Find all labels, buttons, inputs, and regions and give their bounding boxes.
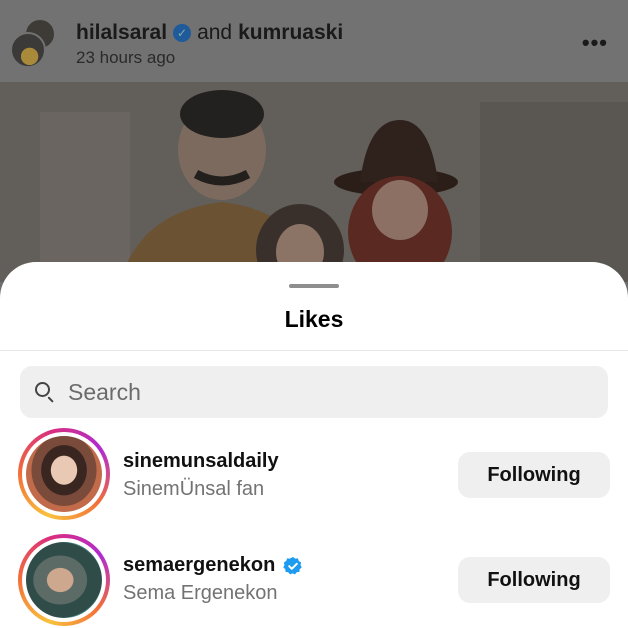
- post-photo[interactable]: [0, 82, 628, 282]
- full-name: SinemÜnsal fan: [123, 478, 265, 500]
- following-button[interactable]: Following: [458, 452, 610, 498]
- avatar-story-ring[interactable]: [18, 534, 110, 626]
- list-item[interactable]: semaergenekon Sema Ergenekon Following: [0, 534, 628, 628]
- more-horizontal-icon[interactable]: •••: [582, 30, 608, 56]
- search-icon: [34, 381, 56, 403]
- post-timestamp: 23 hours ago: [76, 48, 176, 67]
- search-input[interactable]: [68, 378, 568, 406]
- post-header: hilalsaral ✓ and kumruaski 23 hours ago …: [0, 0, 628, 82]
- verified-icon: ✓: [173, 24, 192, 42]
- full-name: Sema Ergenekon: [123, 582, 278, 604]
- collab-avatars[interactable]: [10, 18, 58, 68]
- avatar: [26, 436, 102, 512]
- author-primary[interactable]: hilalsaral: [76, 21, 167, 45]
- post-authors: hilalsaral ✓ and kumruaski: [76, 21, 343, 45]
- username[interactable]: sinemunsaldaily: [123, 450, 279, 473]
- avatar: [10, 32, 46, 68]
- verified-icon: [283, 556, 303, 576]
- list-item[interactable]: sinemunsaldaily SinemÜnsal fan Following: [0, 428, 628, 524]
- sheet-grabber[interactable]: [289, 284, 339, 288]
- search-bar[interactable]: [20, 366, 608, 418]
- avatar: [26, 542, 102, 618]
- sheet-title: Likes: [284, 306, 344, 332]
- following-button[interactable]: Following: [458, 557, 610, 603]
- author-joiner: and: [197, 21, 233, 44]
- username[interactable]: semaergenekon: [123, 554, 303, 577]
- avatar-story-ring[interactable]: [18, 428, 110, 520]
- divider: [0, 350, 628, 351]
- likes-sheet: Likes sinemunsaldaily SinemÜnsal fan Fol…: [0, 262, 628, 628]
- author-secondary[interactable]: kumruaski: [238, 21, 343, 45]
- photo-image: [0, 82, 628, 282]
